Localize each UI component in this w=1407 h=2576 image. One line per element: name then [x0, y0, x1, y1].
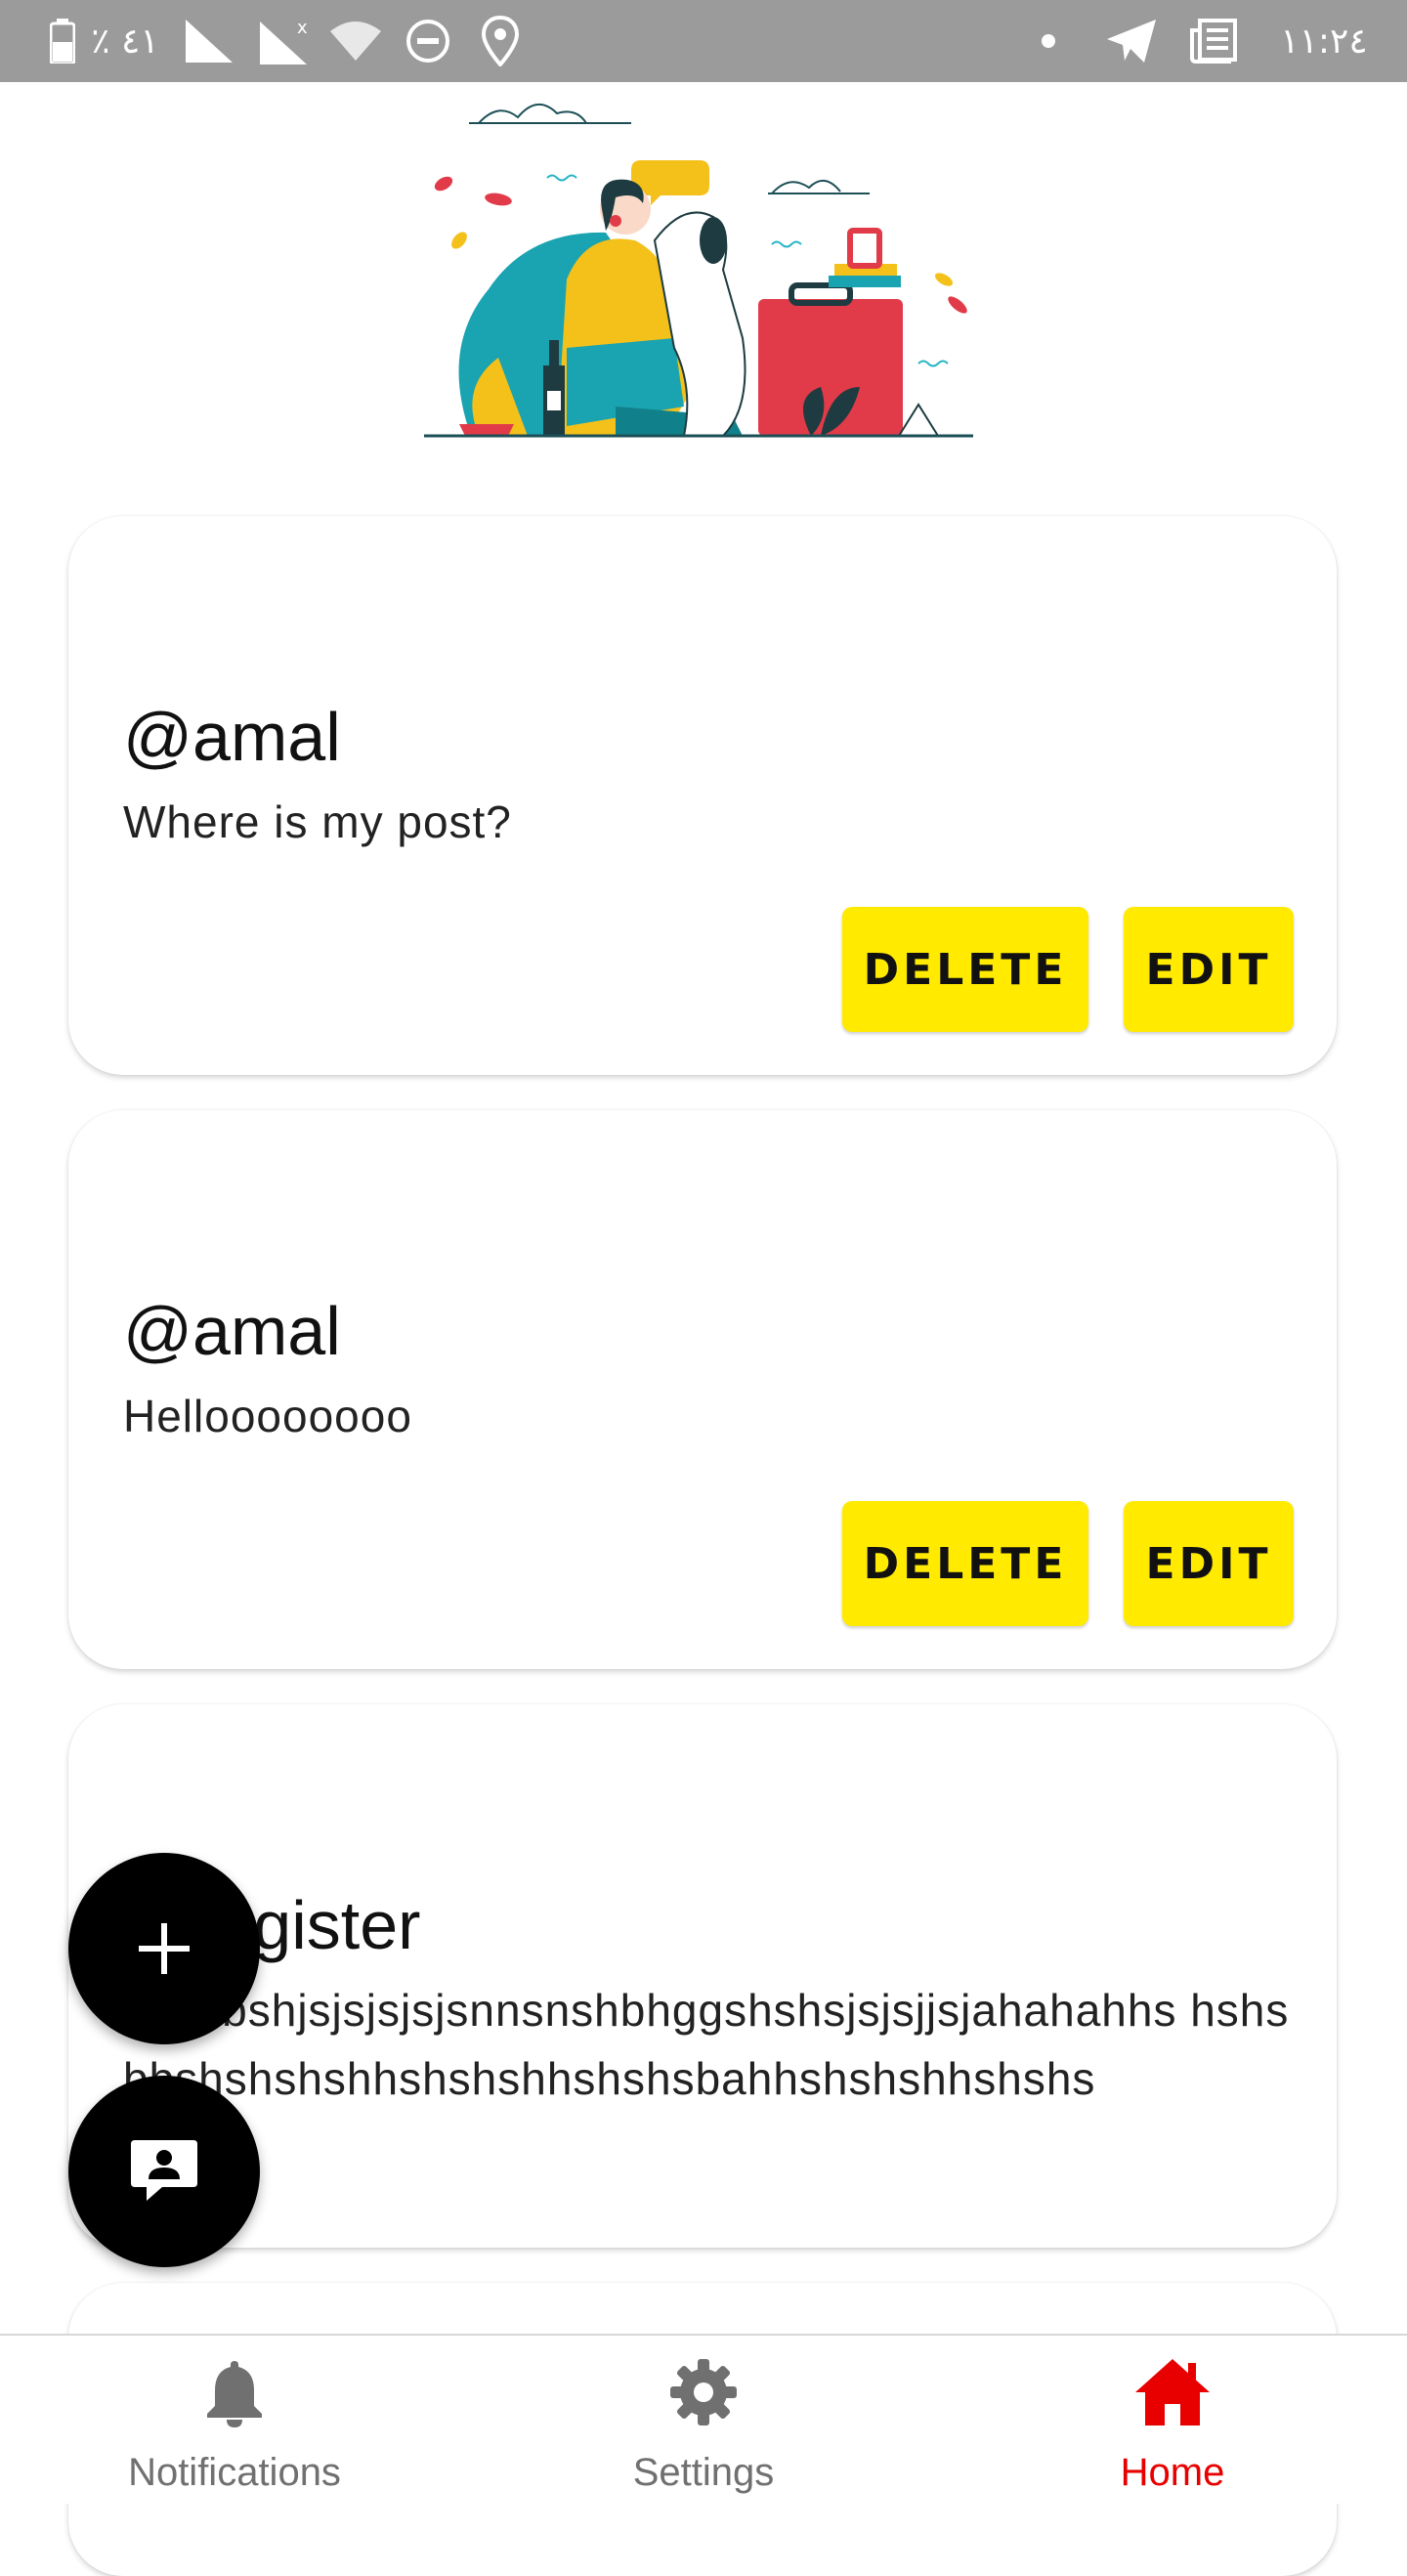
post-text: Helloooooooo — [123, 1391, 412, 1441]
svg-text:x: x — [297, 18, 308, 38]
nav-item-settings[interactable]: Settings — [469, 2336, 938, 2504]
post-author: @amal — [123, 699, 341, 775]
nav-label: Settings — [632, 2451, 775, 2494]
notification-dot-icon — [1034, 0, 1063, 82]
signal-no-service-icon: x — [258, 0, 317, 82]
battery-percent: ٪ ٤١ — [91, 21, 159, 62]
do-not-disturb-icon — [401, 0, 455, 82]
nav-item-home[interactable]: Home — [938, 2336, 1407, 2504]
post-card: @amal Helloooooooo DELETE EDIT — [68, 1110, 1337, 1669]
nav-label: Notifications — [128, 2451, 341, 2494]
location-icon — [473, 0, 528, 82]
feedback-button[interactable] — [68, 2076, 260, 2267]
telegram-icon — [1102, 0, 1161, 82]
gear-icon — [670, 2359, 737, 2426]
edit-button[interactable]: EDIT — [1124, 1501, 1294, 1626]
bottom-navigation: Notifications Settings Home — [0, 2334, 1407, 2504]
home-icon — [1135, 2359, 1210, 2426]
post-text: hshsbshjsjsjsjsjsnnsnshbhggshshsjsjsjjsj… — [123, 1985, 1290, 2104]
nav-label: Home — [1120, 2451, 1225, 2494]
post-card: @amal Where is my post? DELETE EDIT — [68, 516, 1337, 1075]
signal-icon — [180, 0, 238, 82]
nav-item-notifications[interactable]: Notifications — [0, 2336, 469, 2504]
news-icon — [1186, 0, 1241, 82]
clock: ١١:٢٤ — [1280, 21, 1368, 62]
edit-button[interactable]: EDIT — [1124, 907, 1294, 1032]
chat-person-icon — [131, 2140, 197, 2201]
wifi-icon — [326, 0, 385, 82]
plus-icon — [139, 1923, 190, 1974]
bell-icon — [207, 2361, 262, 2427]
post-author: @amal — [123, 1293, 341, 1369]
post-text: Where is my post? — [123, 796, 512, 847]
status-bar: ٪ ٤١ x ١١:٢٤ — [0, 0, 1407, 82]
delete-button[interactable]: DELETE — [842, 907, 1088, 1032]
add-post-button[interactable] — [68, 1853, 260, 2044]
header-illustration — [420, 94, 987, 446]
delete-button[interactable]: DELETE — [842, 1501, 1088, 1626]
battery-icon — [47, 0, 78, 82]
